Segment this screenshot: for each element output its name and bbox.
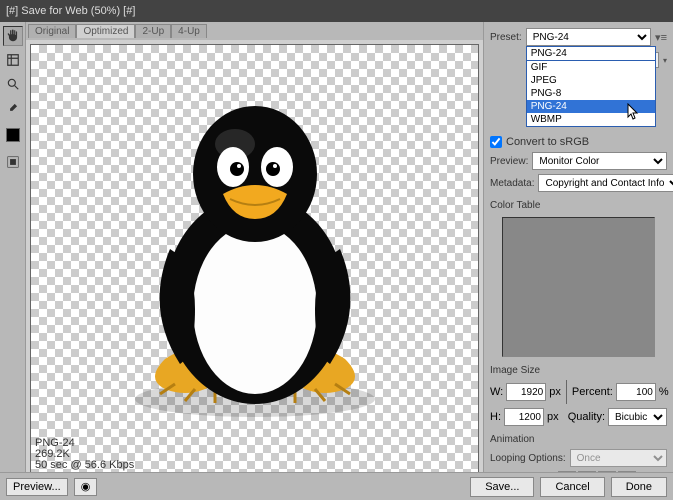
preset-menu-icon[interactable]: ▾≡ — [655, 31, 667, 44]
color-table-label: Color Table — [490, 200, 667, 211]
foreground-swatch[interactable] — [6, 128, 20, 142]
window-title: [#] Save for Web (50%) [#] — [6, 5, 135, 17]
metadata-label: Metadata: — [490, 178, 534, 189]
metadata-select[interactable]: Copyright and Contact Info — [538, 174, 673, 192]
preset-select[interactable]: PNG-24 — [526, 28, 651, 46]
main-area: Original Optimized 2-Up 4-Up — [0, 22, 673, 500]
tab-optimized[interactable]: Optimized — [76, 24, 135, 38]
option-jpeg[interactable]: JPEG — [527, 74, 655, 87]
info-time: 50 sec @ 56.6 Kbps — [35, 460, 134, 471]
browser-preview-button[interactable]: ◉ — [74, 478, 98, 496]
format-dropdown-open: PNG-24 GIF JPEG PNG-8 PNG-24 WBMP — [526, 46, 656, 127]
cancel-button[interactable]: Cancel — [540, 477, 604, 497]
preview-select[interactable]: Monitor Color — [532, 152, 667, 170]
srgb-checkbox[interactable] — [490, 136, 502, 148]
zoom-tool[interactable] — [3, 74, 23, 94]
hand-tool[interactable] — [3, 26, 23, 46]
slice-tool[interactable] — [3, 50, 23, 70]
option-png8[interactable]: PNG-8 — [527, 87, 655, 100]
titlebar: [#] Save for Web (50%) [#] — [0, 0, 673, 22]
w-label: W: — [490, 386, 503, 398]
dropdown-header: PNG-24 — [527, 47, 655, 61]
tab-4up[interactable]: 4-Up — [171, 24, 207, 38]
toolbar — [0, 22, 26, 500]
center-panel: Original Optimized 2-Up 4-Up — [26, 22, 483, 500]
chevron-down-icon[interactable]: ▾ — [663, 56, 667, 65]
image-size-label: Image Size — [490, 365, 667, 376]
save-button[interactable]: Save... — [470, 477, 534, 497]
animation-label: Animation — [490, 434, 667, 445]
canvas-wrap: PNG-24 269.2K 50 sec @ 56.6 Kbps — [26, 40, 483, 478]
h-label: H: — [490, 411, 501, 423]
option-png24[interactable]: PNG-24 — [527, 100, 655, 113]
srgb-label: Convert to sRGB — [506, 136, 589, 148]
option-gif[interactable]: GIF — [527, 61, 655, 74]
view-tabs: Original Optimized 2-Up 4-Up — [26, 22, 483, 40]
percent-label: Percent: — [572, 386, 613, 398]
looping-label: Looping Options: — [490, 453, 566, 464]
preset-label: Preset: — [490, 32, 522, 43]
canvas[interactable]: PNG-24 269.2K 50 sec @ 56.6 Kbps — [30, 44, 479, 474]
color-table — [502, 217, 655, 357]
canvas-info: PNG-24 269.2K 50 sec @ 56.6 Kbps — [35, 438, 134, 471]
preview-button[interactable]: Preview... — [6, 478, 68, 496]
looping-select: Once — [570, 449, 667, 467]
quality-select[interactable]: Bicubic — [608, 408, 667, 426]
settings-panel: Preset: PNG-24 PNG-24 GIF JPEG PNG-8 PNG… — [483, 22, 673, 500]
preview-image — [105, 89, 405, 429]
preview-label: Preview: — [490, 156, 528, 167]
option-wbmp[interactable]: WBMP — [527, 113, 655, 126]
percent-input[interactable] — [616, 383, 656, 401]
height-input[interactable] — [504, 408, 544, 426]
dialog-buttons: Preview... ◉ Save... Cancel Done — [0, 472, 673, 500]
tab-2up[interactable]: 2-Up — [135, 24, 171, 38]
tab-original[interactable]: Original — [28, 24, 76, 38]
slice-visibility-icon[interactable] — [3, 152, 23, 172]
eyedropper-tool[interactable] — [3, 98, 23, 118]
done-button[interactable]: Done — [611, 477, 667, 497]
link-icon[interactable] — [566, 380, 567, 404]
quality-label: Quality: — [568, 411, 605, 423]
width-input[interactable] — [506, 383, 546, 401]
